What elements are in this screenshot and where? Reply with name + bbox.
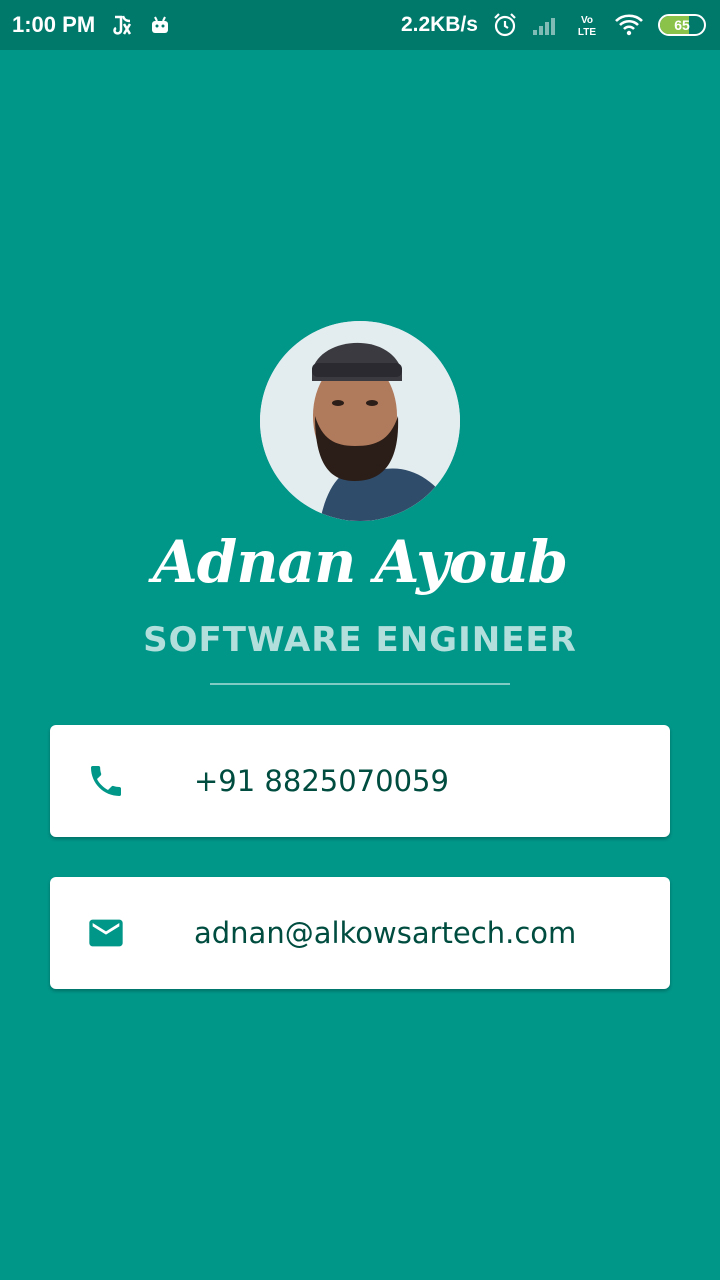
phone-number: +91 8825070059 <box>194 764 449 798</box>
email-address: adnan@alkowsartech.com <box>194 916 577 950</box>
phone-card[interactable]: +91 8825070059 <box>50 725 670 837</box>
email-icon <box>86 913 126 953</box>
android-icon <box>149 14 171 36</box>
profile-name: Adnan Ayoub <box>152 528 568 596</box>
svg-text:LTE: LTE <box>578 27 596 38</box>
battery-icon: 65 <box>658 14 706 36</box>
signal-icon <box>532 14 560 36</box>
alarm-icon <box>492 12 518 38</box>
wifi-icon <box>614 13 644 37</box>
status-bar: 1:00 PM 2.2KB/s Vo LTE 65 <box>0 0 720 50</box>
divider <box>210 683 510 685</box>
phone-icon <box>86 761 126 801</box>
battery-level: 65 <box>674 17 690 33</box>
status-time: 1:00 PM <box>12 12 96 37</box>
tiktok-notification-icon <box>109 12 135 38</box>
avatar <box>260 321 460 521</box>
svg-text:Vo: Vo <box>581 15 593 26</box>
email-card[interactable]: adnan@alkowsartech.com <box>50 877 670 989</box>
volte-icon: Vo LTE <box>574 12 600 38</box>
profile-title: SOFTWARE ENGINEER <box>143 620 577 660</box>
network-speed: 2.2KB/s <box>400 13 478 36</box>
